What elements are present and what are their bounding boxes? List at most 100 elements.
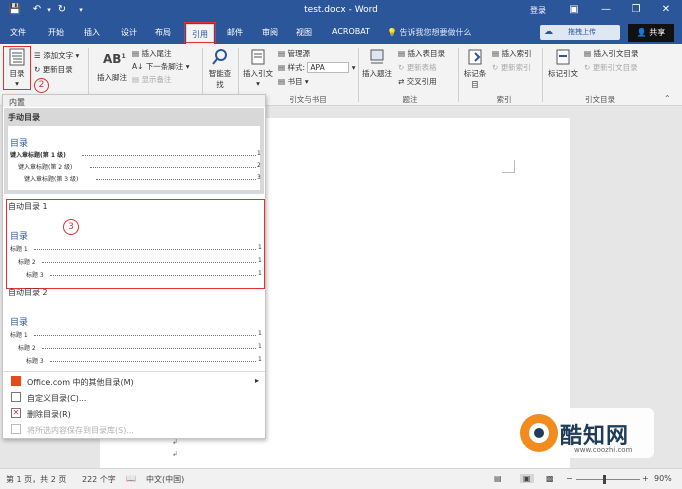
insert-index-button[interactable]: ▤ 插入索引 bbox=[492, 48, 531, 59]
insert-table-of-authorities-label: 插入引文目录 bbox=[593, 49, 639, 58]
page-margin-mark bbox=[502, 172, 514, 173]
auto-toc-2-entry: 标题 2 bbox=[18, 345, 36, 352]
paragraph-mark: ↲ bbox=[172, 438, 178, 446]
tab-review[interactable]: 审阅 bbox=[262, 27, 278, 38]
menu-divider bbox=[3, 371, 265, 372]
user-icon: 👤 bbox=[636, 28, 647, 37]
mark-citation-icon bbox=[556, 49, 570, 65]
manual-toc-title: 目录 bbox=[10, 139, 29, 149]
update-index-label: 更新索引 bbox=[500, 63, 531, 72]
lightbulb-icon: 💡 bbox=[387, 28, 397, 37]
baidu-upload-button[interactable]: ☁ 拖拽上传 bbox=[540, 25, 620, 40]
mark-citation-label: 标记引文 bbox=[548, 69, 578, 78]
mark-entry-button[interactable]: 标记条目 bbox=[462, 48, 488, 90]
zoom-in-icon[interactable]: + bbox=[642, 474, 649, 483]
print-layout-icon[interactable]: ▣ bbox=[520, 474, 534, 483]
auto-toc-2-page: 1 bbox=[258, 356, 262, 363]
word-count[interactable]: 222 个字 bbox=[82, 474, 116, 485]
zoom-slider-thumb[interactable] bbox=[603, 475, 606, 484]
manage-sources-button[interactable]: ▤ 管理源 bbox=[278, 48, 310, 59]
remove-toc-item[interactable]: ✕ 删除目录(R) bbox=[3, 407, 265, 421]
annotation-box-3 bbox=[6, 199, 265, 289]
update-index-button[interactable]: ↻ 更新索引 bbox=[492, 62, 531, 73]
tab-mailings[interactable]: 邮件 bbox=[227, 27, 243, 38]
restore-icon[interactable]: ❐ bbox=[628, 2, 644, 18]
insert-endnote-button[interactable]: ▤ 插入尾注 bbox=[132, 48, 171, 59]
group-citations-label: 引文与书目 bbox=[289, 95, 327, 104]
submenu-arrow-icon: ▸ bbox=[255, 376, 260, 385]
read-mode-icon[interactable]: ▤ bbox=[494, 474, 502, 483]
tab-file[interactable]: 文件 bbox=[10, 27, 26, 38]
custom-toc-item[interactable]: 自定义目录(C)... bbox=[3, 391, 265, 405]
auto-toc-2-option[interactable]: 自动目录 2 目录 标题 1 1 标题 2 1 标题 3 1 bbox=[4, 287, 264, 367]
insert-footnote-button[interactable]: AB1 插入脚注 bbox=[94, 52, 130, 83]
style-selector[interactable]: ▤ 样式: APA ▾ bbox=[278, 62, 356, 73]
update-toc-button[interactable]: ↻ 更新目录 bbox=[34, 64, 73, 75]
web-layout-icon[interactable]: ▩ bbox=[546, 474, 554, 483]
annotation-circle-3: 3 bbox=[63, 219, 79, 235]
smart-lookup-button[interactable]: 智能查找 bbox=[206, 48, 234, 90]
separator bbox=[358, 48, 359, 102]
tab-acrobat[interactable]: ACROBAT bbox=[332, 27, 370, 36]
insert-endnote-label: 插入尾注 bbox=[141, 49, 172, 58]
add-text-button[interactable]: ☰ 添加文字 ▾ bbox=[34, 50, 79, 61]
add-text-label: 添加文字 bbox=[43, 51, 74, 60]
update-index-icon: ↻ bbox=[492, 63, 499, 72]
tell-me-box[interactable]: 💡 告诉我您想要做什么 bbox=[387, 27, 472, 38]
language-indicator[interactable]: 中文(中国) bbox=[146, 474, 184, 485]
tab-view[interactable]: 视图 bbox=[296, 27, 312, 38]
tab-home[interactable]: 开始 bbox=[48, 27, 64, 38]
watermark-logo-icon bbox=[520, 414, 558, 452]
minimize-icon[interactable]: — bbox=[598, 2, 614, 18]
footnote-icon: AB1 bbox=[103, 52, 126, 66]
zoom-slider[interactable] bbox=[576, 479, 640, 480]
custom-toc-label: 自定义目录(C)... bbox=[27, 394, 87, 403]
insert-table-of-figures-button[interactable]: ▤ 插入表目录 bbox=[398, 48, 445, 59]
smart-lookup-label: 智能查找 bbox=[208, 69, 232, 89]
update-table-button[interactable]: ↻ 更新表格 bbox=[398, 62, 437, 73]
mark-citation-button[interactable]: 标记引文 bbox=[546, 48, 580, 79]
ribbon-display-icon[interactable]: ▣ bbox=[566, 2, 582, 18]
insert-table-of-authorities-button[interactable]: ▤ 插入引文目录 bbox=[584, 48, 638, 59]
baidu-cloud-icon: ☁ bbox=[544, 27, 553, 37]
collapse-ribbon-icon[interactable]: ⌃ bbox=[664, 94, 671, 103]
save-selection-to-gallery-item[interactable]: 将所选内容保存到目录库(S)... bbox=[3, 423, 265, 437]
auto-toc-2-header: 自动目录 2 bbox=[8, 288, 48, 297]
tab-layout[interactable]: 布局 bbox=[155, 27, 171, 38]
auto-toc-2-page: 1 bbox=[258, 343, 262, 350]
dot-leader bbox=[34, 335, 256, 336]
share-button[interactable]: 👤 共享 bbox=[628, 24, 674, 42]
ribbon-tabs: 文件 开始 插入 设计 布局 引用 邮件 审阅 视图 ACROBAT 💡 告诉我… bbox=[0, 22, 682, 44]
insert-citation-button[interactable]: 插入引文 ▾ bbox=[240, 48, 276, 88]
insert-table-of-figures-label: 插入表目录 bbox=[407, 49, 445, 58]
toc-gallery-dropdown: 内置 手动目录 目录 键入章标题(第 1 级) 1 键入章标题(第 2 级) 2… bbox=[2, 94, 266, 439]
zoom-level[interactable]: 90% bbox=[654, 474, 672, 483]
auto-toc-2-entry: 标题 3 bbox=[26, 358, 44, 365]
zoom-out-icon[interactable]: − bbox=[566, 474, 573, 483]
login-link[interactable]: 登录 bbox=[530, 5, 546, 16]
tell-me-text: 告诉我您想要做什么 bbox=[399, 28, 472, 37]
update-authorities-icon: ↻ bbox=[584, 63, 591, 72]
next-footnote-button[interactable]: A↓ 下一条脚注 ▾ bbox=[132, 61, 189, 72]
insert-caption-button[interactable]: 插入题注 bbox=[360, 48, 394, 79]
insert-citation-icon bbox=[251, 49, 265, 65]
show-notes-button[interactable]: ▤ 显示备注 bbox=[132, 74, 171, 85]
save-gallery-icon bbox=[11, 424, 21, 434]
style-dropdown[interactable]: APA bbox=[307, 62, 350, 73]
auto-toc-2-title: 目录 bbox=[10, 318, 29, 328]
manual-toc-preview: 目录 键入章标题(第 1 级) 1 键入章标题(第 2 级) 2 键入章标题(第… bbox=[8, 126, 261, 190]
tab-insert[interactable]: 插入 bbox=[84, 27, 100, 38]
page-count[interactable]: 第 1 页，共 2 页 bbox=[6, 474, 66, 485]
more-tocs-office-label: Office.com 中的其他目录(M) bbox=[27, 378, 134, 387]
manual-toc-entry: 键入章标题(第 1 级) bbox=[10, 152, 66, 159]
more-tocs-office-item[interactable]: Office.com 中的其他目录(M) ▸ bbox=[3, 375, 265, 389]
tab-design[interactable]: 设计 bbox=[121, 27, 137, 38]
dot-leader bbox=[90, 167, 256, 168]
bibliography-button[interactable]: ▤ 书目 ▾ bbox=[278, 76, 309, 87]
cross-reference-button[interactable]: ⇄ 交叉引用 bbox=[398, 76, 437, 87]
close-icon[interactable]: ✕ bbox=[658, 2, 674, 18]
proofing-icon[interactable]: 📖 bbox=[126, 474, 136, 483]
update-table-of-authorities-button[interactable]: ↻ 更新引文目录 bbox=[584, 62, 638, 73]
watermark-url: www.coozhi.com bbox=[574, 446, 633, 454]
manual-toc-option[interactable]: 手动目录 目录 键入章标题(第 1 级) 1 键入章标题(第 2 级) 2 键入… bbox=[4, 108, 264, 194]
